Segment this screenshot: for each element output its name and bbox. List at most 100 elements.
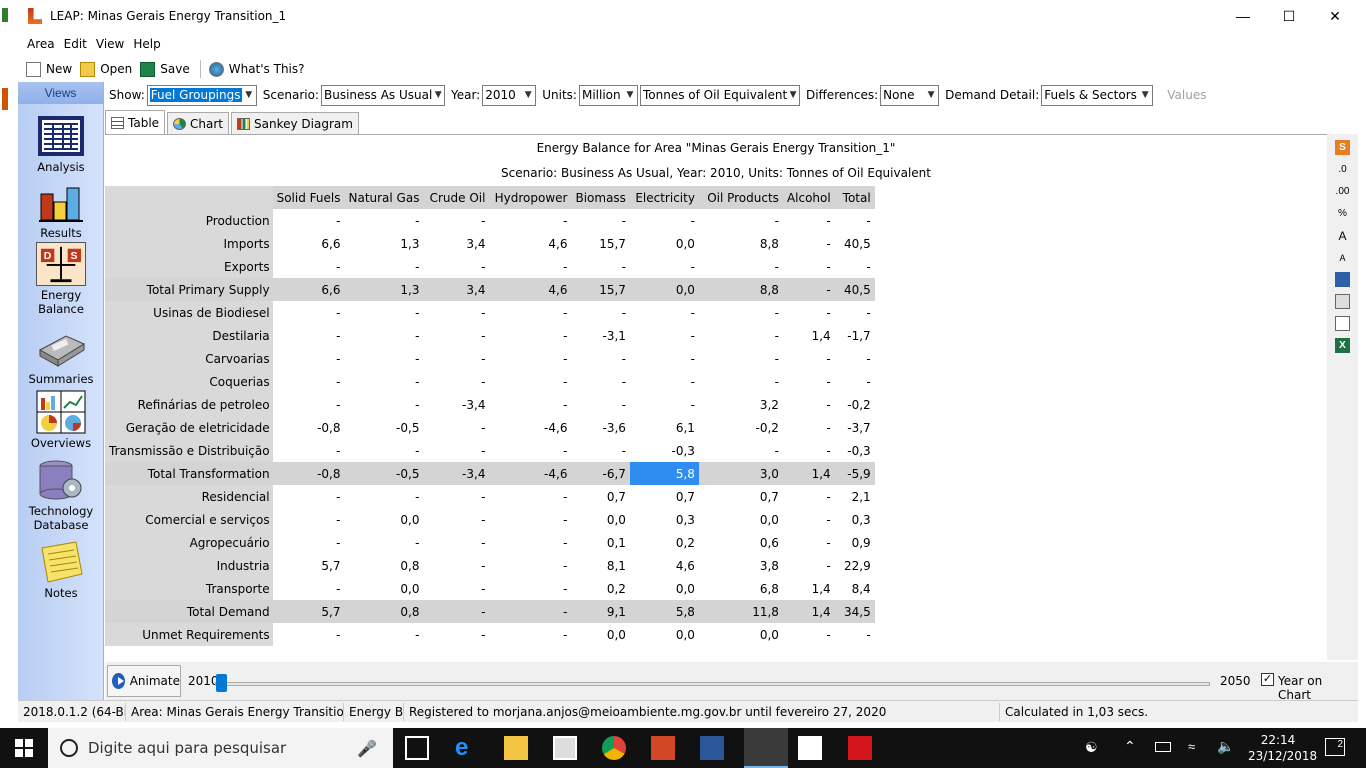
table-cell[interactable]: 8,4 xyxy=(835,577,875,600)
units-scale-select[interactable]: Million ▼ xyxy=(578,84,638,106)
table-cell[interactable]: 5,7 xyxy=(273,554,345,577)
table-cell[interactable]: - xyxy=(783,370,835,393)
copy-icon[interactable] xyxy=(1335,316,1350,331)
table-cell[interactable]: - xyxy=(273,301,345,324)
people-icon[interactable]: ☯ xyxy=(1085,739,1098,756)
table-cell[interactable]: 0,7 xyxy=(630,485,699,508)
table-cell[interactable]: -3,4 xyxy=(423,462,490,485)
table-cell[interactable]: - xyxy=(273,209,345,232)
menu-area[interactable]: Area xyxy=(27,37,55,51)
menu-view[interactable]: View xyxy=(96,37,124,51)
table-cell[interactable]: 0,0 xyxy=(630,232,699,255)
table-cell[interactable]: - xyxy=(783,439,835,462)
battery-icon[interactable] xyxy=(1155,742,1171,752)
show-hidden-icons-chevron[interactable]: ⌃ xyxy=(1124,738,1136,755)
table-cell[interactable]: 6,6 xyxy=(272,278,345,301)
table-cell[interactable]: - xyxy=(783,416,835,439)
table-cell[interactable]: - xyxy=(423,508,489,531)
table-cell[interactable]: 5,8 xyxy=(629,600,699,623)
table-cell[interactable]: - xyxy=(344,393,423,416)
table-cell[interactable]: 0,7 xyxy=(699,485,783,508)
table-cell[interactable]: 2,1 xyxy=(835,485,875,508)
wifi-icon[interactable]: ≈ xyxy=(1188,739,1195,754)
table-cell[interactable]: 0,8 xyxy=(344,554,423,577)
table-cell[interactable]: 9,1 xyxy=(571,600,630,623)
table-cell[interactable]: - xyxy=(630,370,699,393)
excel-export-icon[interactable]: X xyxy=(1335,338,1350,353)
table-cell[interactable]: - xyxy=(783,554,835,577)
menu-help[interactable]: Help xyxy=(133,37,160,51)
maximize-button[interactable]: ☐ xyxy=(1266,0,1312,32)
table-cell[interactable]: - xyxy=(344,623,423,646)
table-cell[interactable]: - xyxy=(699,255,783,278)
calculator-icon[interactable] xyxy=(798,736,822,760)
tab-sankey[interactable]: Sankey Diagram xyxy=(231,112,359,134)
sankey-export-icon[interactable]: S xyxy=(1335,140,1350,155)
table-cell[interactable]: -5,9 xyxy=(834,462,875,485)
table-cell[interactable]: - xyxy=(344,301,423,324)
table-cell[interactable]: - xyxy=(273,324,345,347)
table-cell[interactable]: - xyxy=(489,347,571,370)
table-cell[interactable]: - xyxy=(423,209,489,232)
table-cell[interactable]: - xyxy=(571,393,629,416)
units-select[interactable]: Tonnes of Oil Equivalent ▼ xyxy=(639,84,800,106)
edge-browser-icon[interactable]: e xyxy=(455,736,479,760)
table-cell[interactable]: - xyxy=(630,393,699,416)
table-cell[interactable]: 15,7 xyxy=(571,278,630,301)
table-cell[interactable]: - xyxy=(344,324,423,347)
table-cell[interactable]: - xyxy=(571,439,629,462)
year-slider-thumb[interactable] xyxy=(216,674,227,692)
table-cell[interactable]: - xyxy=(630,301,699,324)
table-cell[interactable]: 3,4 xyxy=(423,278,490,301)
increase-decimals-icon[interactable]: .0 xyxy=(1335,162,1350,177)
table-cell[interactable]: - xyxy=(344,370,423,393)
minimize-button[interactable]: — xyxy=(1220,0,1266,32)
table-cell[interactable]: 8,8 xyxy=(699,232,783,255)
table-cell[interactable]: - xyxy=(699,439,783,462)
table-cell[interactable]: - xyxy=(835,347,875,370)
tab-chart[interactable]: Chart xyxy=(167,112,230,134)
table-cell[interactable]: - xyxy=(699,347,783,370)
table-cell[interactable]: -4,6 xyxy=(489,462,572,485)
table-cell[interactable]: - xyxy=(783,508,835,531)
tab-table[interactable]: Table xyxy=(105,110,166,134)
decrease-decimals-icon[interactable]: .00 xyxy=(1335,184,1350,199)
table-cell[interactable]: - xyxy=(783,623,835,646)
table-cell[interactable]: - xyxy=(489,209,571,232)
leap-taskbar-icon[interactable] xyxy=(744,728,788,768)
table-cell[interactable]: - xyxy=(489,600,572,623)
table-cell[interactable]: - xyxy=(423,301,489,324)
table-cell[interactable]: - xyxy=(344,531,423,554)
table-cell[interactable]: 15,7 xyxy=(571,232,629,255)
table-cell[interactable]: - xyxy=(783,485,835,508)
table-cell[interactable]: 3,4 xyxy=(423,232,489,255)
table-cell[interactable]: - xyxy=(344,439,423,462)
table-cell[interactable]: - xyxy=(571,301,629,324)
table-cell[interactable]: -0,2 xyxy=(835,393,875,416)
table-cell[interactable]: 0,0 xyxy=(629,278,699,301)
table-cell[interactable]: 34,5 xyxy=(834,600,875,623)
table-cell[interactable]: 0,9 xyxy=(835,531,875,554)
table-cell[interactable]: 6,6 xyxy=(273,232,345,255)
table-cell[interactable]: 3,8 xyxy=(699,554,783,577)
table-cell[interactable]: - xyxy=(273,623,345,646)
table-cell[interactable]: 0,1 xyxy=(571,531,629,554)
table-cell[interactable]: - xyxy=(423,485,489,508)
increase-font-icon[interactable]: A xyxy=(1335,228,1350,243)
taskbar-search-box[interactable]: Digite aqui para pesquisar 🎤 xyxy=(48,728,393,768)
table-cell[interactable]: - xyxy=(423,554,489,577)
table-cell[interactable]: - xyxy=(489,439,571,462)
table-cell[interactable]: - xyxy=(423,531,489,554)
table-cell[interactable]: - xyxy=(273,485,345,508)
word-icon[interactable] xyxy=(700,736,724,760)
table-cell[interactable]: 0,2 xyxy=(571,577,629,600)
volume-icon[interactable]: 🔈 xyxy=(1217,738,1234,755)
table-cell[interactable]: - xyxy=(835,301,875,324)
table-cell[interactable]: - xyxy=(273,531,345,554)
table-cell[interactable]: - xyxy=(489,301,571,324)
view-technology-database[interactable]: Technology Database xyxy=(18,458,104,532)
table-cell[interactable]: - xyxy=(699,209,783,232)
table-cell[interactable]: - xyxy=(783,531,835,554)
open-button[interactable]: Open xyxy=(80,61,132,77)
year-on-chart-checkbox[interactable]: ✓ xyxy=(1261,673,1274,686)
